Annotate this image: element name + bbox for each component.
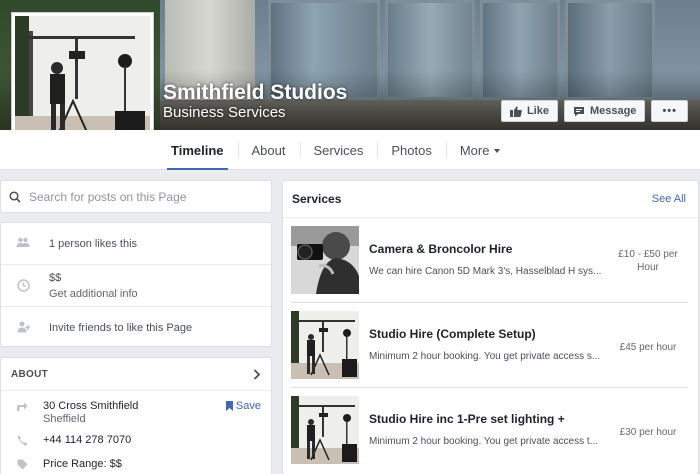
price-info-row: $$ Get additional info [1,264,271,306]
address-line-1: 30 Cross Smithfield [43,400,139,412]
price-info: $$ Get additional info [49,271,138,301]
about-header[interactable]: ABOUT [1,358,271,391]
service-name: Studio Hire (Complete Setup) [369,327,536,341]
message-icon [573,106,584,116]
like-button[interactable]: Like [500,100,558,122]
directions-icon [13,400,31,434]
service-description: We can hire Canon 5D Mark 3's, Hasselbla… [369,266,602,277]
studio-photo-image [291,396,359,464]
likes-count: 1 person likes this [49,238,138,250]
service-name: Camera & Broncolor Hire [369,242,513,256]
services-card: Services See All Camera & Broncolor Hire… [282,180,699,474]
service-item[interactable]: Studio Hire (Complete Setup) Minimum 2 h… [291,311,688,396]
additional-info-link[interactable]: Get additional info [49,287,138,301]
tab-more-label: More [459,142,490,158]
clock-icon [13,271,33,292]
see-all-link[interactable]: See All [652,193,686,205]
address-row: 30 Cross Smithfield Sheffield Save [1,400,271,434]
service-item[interactable]: Camera & Broncolor Hire We can hire Cano… [291,226,688,311]
page-search-box [0,180,272,213]
chevron-down-icon [494,149,501,153]
service-price-line-1: £10 - £50 per [618,249,678,260]
more-options-button[interactable]: ••• [651,100,688,122]
tab-about[interactable]: About [237,130,300,170]
divider [291,302,688,303]
page-category[interactable]: Business Services [163,104,286,121]
price-range: Price Range: $$ [43,458,122,470]
invite-row[interactable]: Invite friends to like this Page [1,306,271,347]
search-input[interactable] [29,189,249,204]
address: 30 Cross Smithfield Sheffield [43,400,138,434]
studio-photo-image [291,311,359,379]
invite-friends-link[interactable]: Invite friends to like this Page [49,321,192,335]
service-description: Minimum 2 hour booking. You get private … [369,436,599,447]
save-button[interactable]: Save [225,400,261,412]
service-price: £10 - £50 per Hour [608,248,688,274]
page-nav-bar: Timeline About Services Photos More [0,130,700,170]
service-thumbnail [291,311,359,379]
page-tabs: Timeline About Services Photos More [157,130,514,170]
tab-photos[interactable]: Photos [377,130,445,170]
service-price-line-1: £30 per hour [619,427,677,438]
about-card: ABOUT 30 Cross Smithfield Sheffield Save [0,357,272,474]
tab-services[interactable]: Services [299,130,378,170]
add-person-icon [13,321,33,333]
services-title: Services [292,192,342,206]
tab-timeline[interactable]: Timeline [157,130,238,170]
thumbs-up-icon [509,106,522,117]
price-tag-icon [13,458,31,474]
search-icon [9,190,21,203]
phone-icon [13,434,31,458]
service-name: Studio Hire inc 1-Pre set lighting + [369,412,565,426]
bookmark-icon [225,401,233,411]
page-title[interactable]: Smithfield Studios [163,81,347,105]
camera-photo-image [291,226,359,294]
service-price-line-2: Hour [637,262,659,273]
people-icon [13,237,33,248]
chevron-right-icon[interactable] [253,368,261,380]
services-header: Services See All [283,181,698,218]
service-thumbnail [291,226,359,294]
price-level: $$ [49,272,62,284]
message-button[interactable]: Message [563,100,646,122]
service-price-line-1: £45 per hour [619,342,677,353]
about-title: ABOUT [11,368,49,380]
price-range-row: Price Range: $$ [1,458,271,474]
likes-row: 1 person likes this [1,223,271,264]
save-label: Save [235,400,261,412]
message-button-label: Message [589,105,637,117]
service-price: £30 per hour [608,426,688,439]
tab-more[interactable]: More [445,130,515,170]
service-price: £45 per hour [608,341,688,354]
service-thumbnail [291,396,359,464]
like-button-label: Like [526,105,549,117]
phone-row: +44 114 278 7070 [1,434,271,458]
phone-number[interactable]: +44 114 278 7070 [43,434,131,458]
page-info-card: 1 person likes this $$ Get additional in… [0,222,272,347]
divider [291,387,688,388]
cover-action-buttons: Like Message ••• [500,100,688,122]
address-line-2: Sheffield [43,413,86,425]
service-description: Minimum 2 hour booking. You get private … [369,351,601,362]
service-item[interactable]: Studio Hire inc 1-Pre set lighting + Min… [291,396,688,474]
